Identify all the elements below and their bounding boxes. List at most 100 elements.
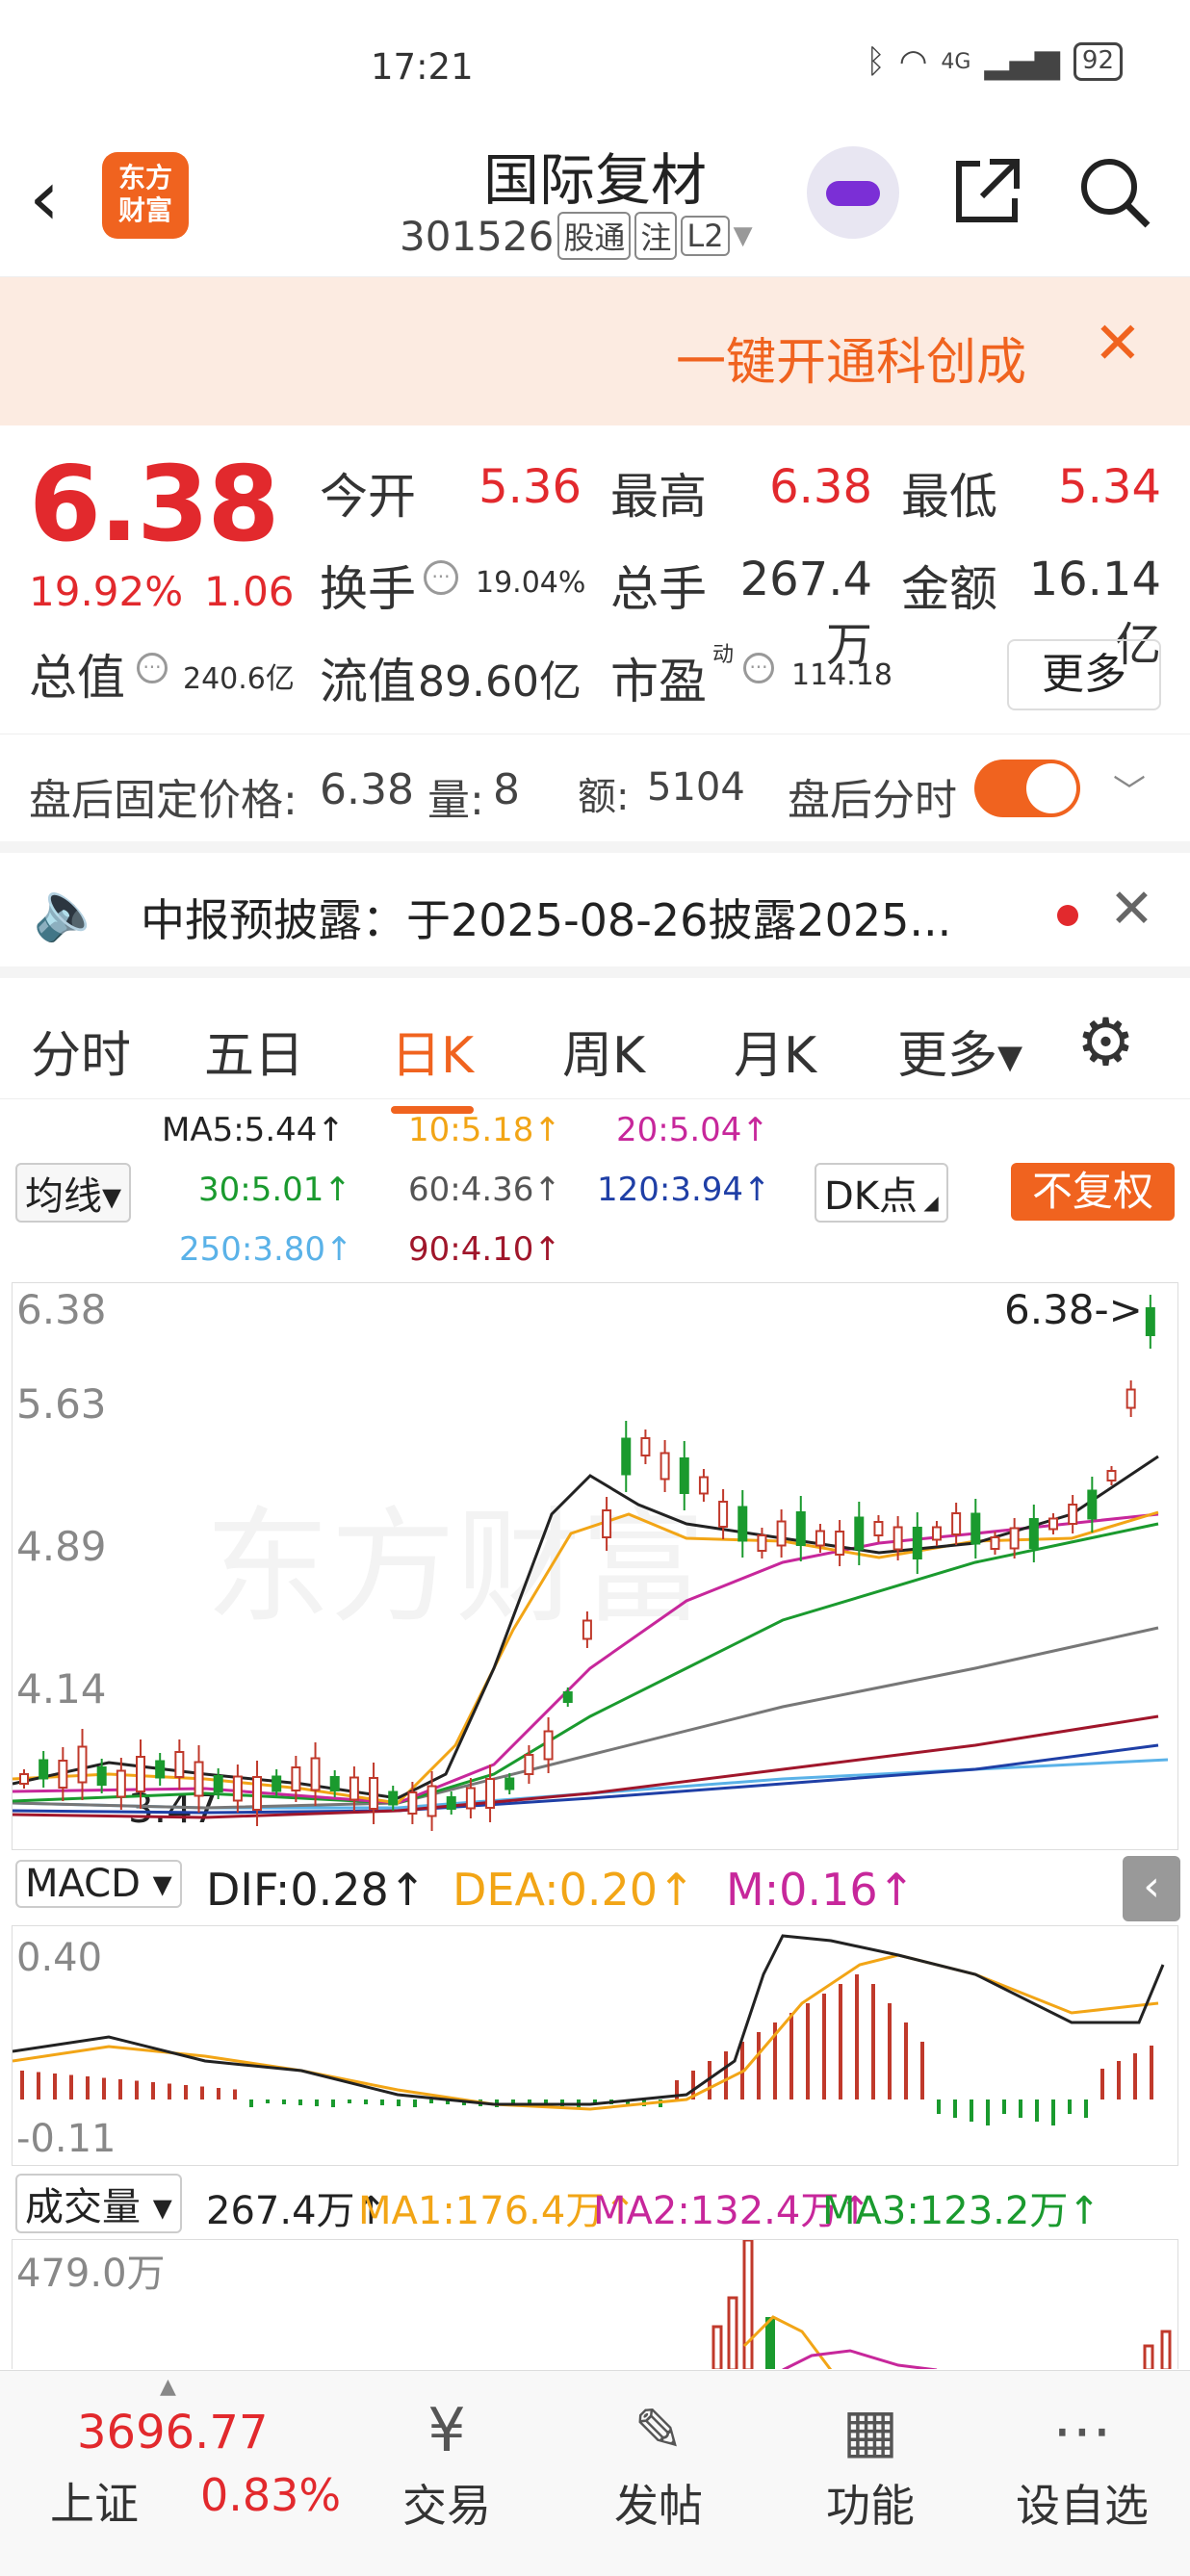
volume-legend: 成交量 ▾ 267.4万↑ MA1:176.4万↑ MA2:132.4万↑ MA…	[0, 2166, 1190, 2239]
info-icon[interactable]: ···	[743, 653, 774, 683]
dk-selector[interactable]: DK点 ◢	[815, 1163, 948, 1223]
macd-bar	[168, 2083, 171, 2099]
ma-selector[interactable]: 均线▾	[15, 1163, 132, 1223]
stock-header: ‹ 东方 财富 国际复材 301526 股通 注 L2 ▼	[0, 125, 1190, 277]
kline-chart[interactable]: 东方财富 6.38 5.63 4.89 4.14 6.38-> 3.47	[12, 1282, 1178, 1850]
info-icon[interactable]: ···	[424, 560, 458, 595]
candle-body	[931, 1526, 942, 1541]
nav-watchlist[interactable]: ⋯ 设自选	[1015, 2390, 1150, 2535]
macd-bar	[1117, 2061, 1121, 2099]
candle-body	[446, 1796, 456, 1810]
volume-value: 267.4万	[739, 553, 872, 672]
volume-bar	[727, 2296, 738, 2369]
m-label: M:0.16↑	[726, 1864, 916, 1916]
candle-body	[835, 1531, 845, 1556]
promo-text[interactable]: 一键开通科创成	[676, 322, 1026, 394]
macd-bar	[789, 2013, 793, 2099]
candle-body	[718, 1501, 729, 1528]
yen-icon: ¥	[427, 2395, 466, 2465]
tab-five-day[interactable]: 五日	[204, 1015, 304, 1087]
macd-bar	[249, 2099, 253, 2107]
search-icon[interactable]	[1076, 154, 1153, 247]
macd-bar	[53, 2074, 57, 2099]
collapse-left-icon[interactable]: ‹	[1123, 1856, 1180, 1921]
y-label-2: 5.63	[16, 1380, 107, 1428]
volume-bar	[1160, 2330, 1172, 2369]
candle-body	[1145, 1307, 1155, 1336]
macd-selector[interactable]: MACD ▾	[15, 1860, 182, 1908]
tab-daily-k[interactable]: 日K	[391, 1015, 475, 1114]
nav-watchlist-label: 设自选	[1016, 2480, 1149, 2532]
candle-body	[815, 1530, 825, 1547]
index-name[interactable]: 上证	[50, 2469, 139, 2533]
chevron-down-icon: ▼	[733, 221, 753, 250]
candle-body	[213, 1775, 223, 1792]
tab-more[interactable]: 更多▾	[897, 1015, 1022, 1087]
chevron-down-icon[interactable]: ﹀	[1113, 765, 1146, 812]
candle-body	[349, 1776, 359, 1801]
watermark: 东方财富	[205, 1497, 706, 1637]
dk-label: DK点	[824, 1174, 918, 1219]
status-time: 17:21	[371, 46, 474, 88]
float-value: 89.60亿	[418, 657, 582, 707]
info-icon[interactable]: ···	[137, 653, 168, 683]
nav-function[interactable]: ▦ 功能	[803, 2390, 938, 2535]
candle-body	[679, 1457, 689, 1494]
stock-code: 301526	[400, 212, 555, 260]
gear-icon[interactable]: ⚙	[1076, 1005, 1135, 1081]
candle-body	[427, 1785, 437, 1817]
nav-post[interactable]: ✎ 发帖	[591, 2390, 726, 2535]
close-icon[interactable]: ✕	[1094, 310, 1142, 377]
macd-bar	[266, 2099, 270, 2103]
tab-intraday[interactable]: 分时	[31, 1015, 131, 1087]
pe-label: 市盈	[610, 654, 707, 709]
volume-chart[interactable]: 479.0万	[12, 2239, 1178, 2369]
macd-bar	[135, 2080, 139, 2099]
candle-body	[369, 1777, 379, 1810]
float-label: 流值	[320, 654, 416, 709]
last-price-label: 6.38->	[1004, 1286, 1143, 1333]
macd-bar	[937, 2099, 941, 2114]
ma30-label: 30:5.01↑	[198, 1171, 351, 1209]
current-price: 6.38	[29, 445, 279, 565]
adjust-button[interactable]: 不复权	[1011, 1163, 1175, 1221]
candle-body	[407, 1791, 418, 1815]
nav-trade-label: 交易	[402, 2480, 491, 2532]
vol-ma3-label: MA3:123.2万↑	[822, 2189, 1100, 2233]
macd-bar	[200, 2086, 204, 2099]
dea-label: DEA:0.20↑	[453, 1864, 695, 1916]
tab-monthly-k[interactable]: 月K	[734, 1015, 816, 1087]
tab-weekly-k[interactable]: 周K	[562, 1015, 645, 1087]
macd-bar	[348, 2099, 351, 2103]
notice-text[interactable]: 中报预披露：于2025-08-26披露2025...	[141, 886, 951, 949]
low-label: 最低	[901, 469, 997, 525]
volume-selector[interactable]: 成交量 ▾	[15, 2174, 182, 2233]
more-button[interactable]: 更多	[1007, 639, 1161, 710]
y-label-top: 6.38	[16, 1286, 107, 1333]
low-value: 5.34	[1058, 460, 1161, 514]
after-hours-toggle[interactable]	[974, 760, 1080, 817]
stock-code-row[interactable]: 301526 股通 注 L2 ▼	[400, 212, 753, 260]
macd-bar	[118, 2079, 122, 2099]
notice-bar[interactable]: 🔈 中报预披露：于2025-08-26披露2025... ✕	[0, 841, 1190, 966]
close-icon[interactable]: ✕	[1109, 878, 1154, 940]
nav-trade[interactable]: ¥ 交易	[379, 2390, 514, 2535]
macd-chart[interactable]: 0.40 -0.11	[12, 1925, 1178, 2166]
after-hours-amt: 5104	[647, 765, 745, 810]
high-label: 最高	[610, 469, 707, 525]
index-value[interactable]: 3696.77	[77, 2406, 269, 2460]
candle-body	[96, 1766, 107, 1786]
bluetooth-icon: ᛒ	[866, 42, 886, 81]
ma-legend: MA5:5.44↑ 10:5.18↑ 20:5.04↑ 均线▾ 30:5.01↑…	[0, 1099, 1190, 1282]
macd-y-top: 0.40	[16, 1936, 102, 1980]
assistant-robot-icon[interactable]	[807, 146, 899, 239]
candle-body	[174, 1751, 185, 1778]
candle-body	[329, 1776, 340, 1791]
macd-bar	[1035, 2099, 1039, 2122]
y-label-4: 4.14	[16, 1665, 107, 1713]
after-hours-amt-label: 额:	[578, 775, 630, 819]
macd-bar	[397, 2099, 401, 2106]
index-percent[interactable]: 0.83%	[200, 2469, 341, 2521]
share-icon[interactable]	[951, 154, 1024, 245]
promo-banner[interactable]: 一键开通科创成 ✕	[0, 277, 1190, 425]
